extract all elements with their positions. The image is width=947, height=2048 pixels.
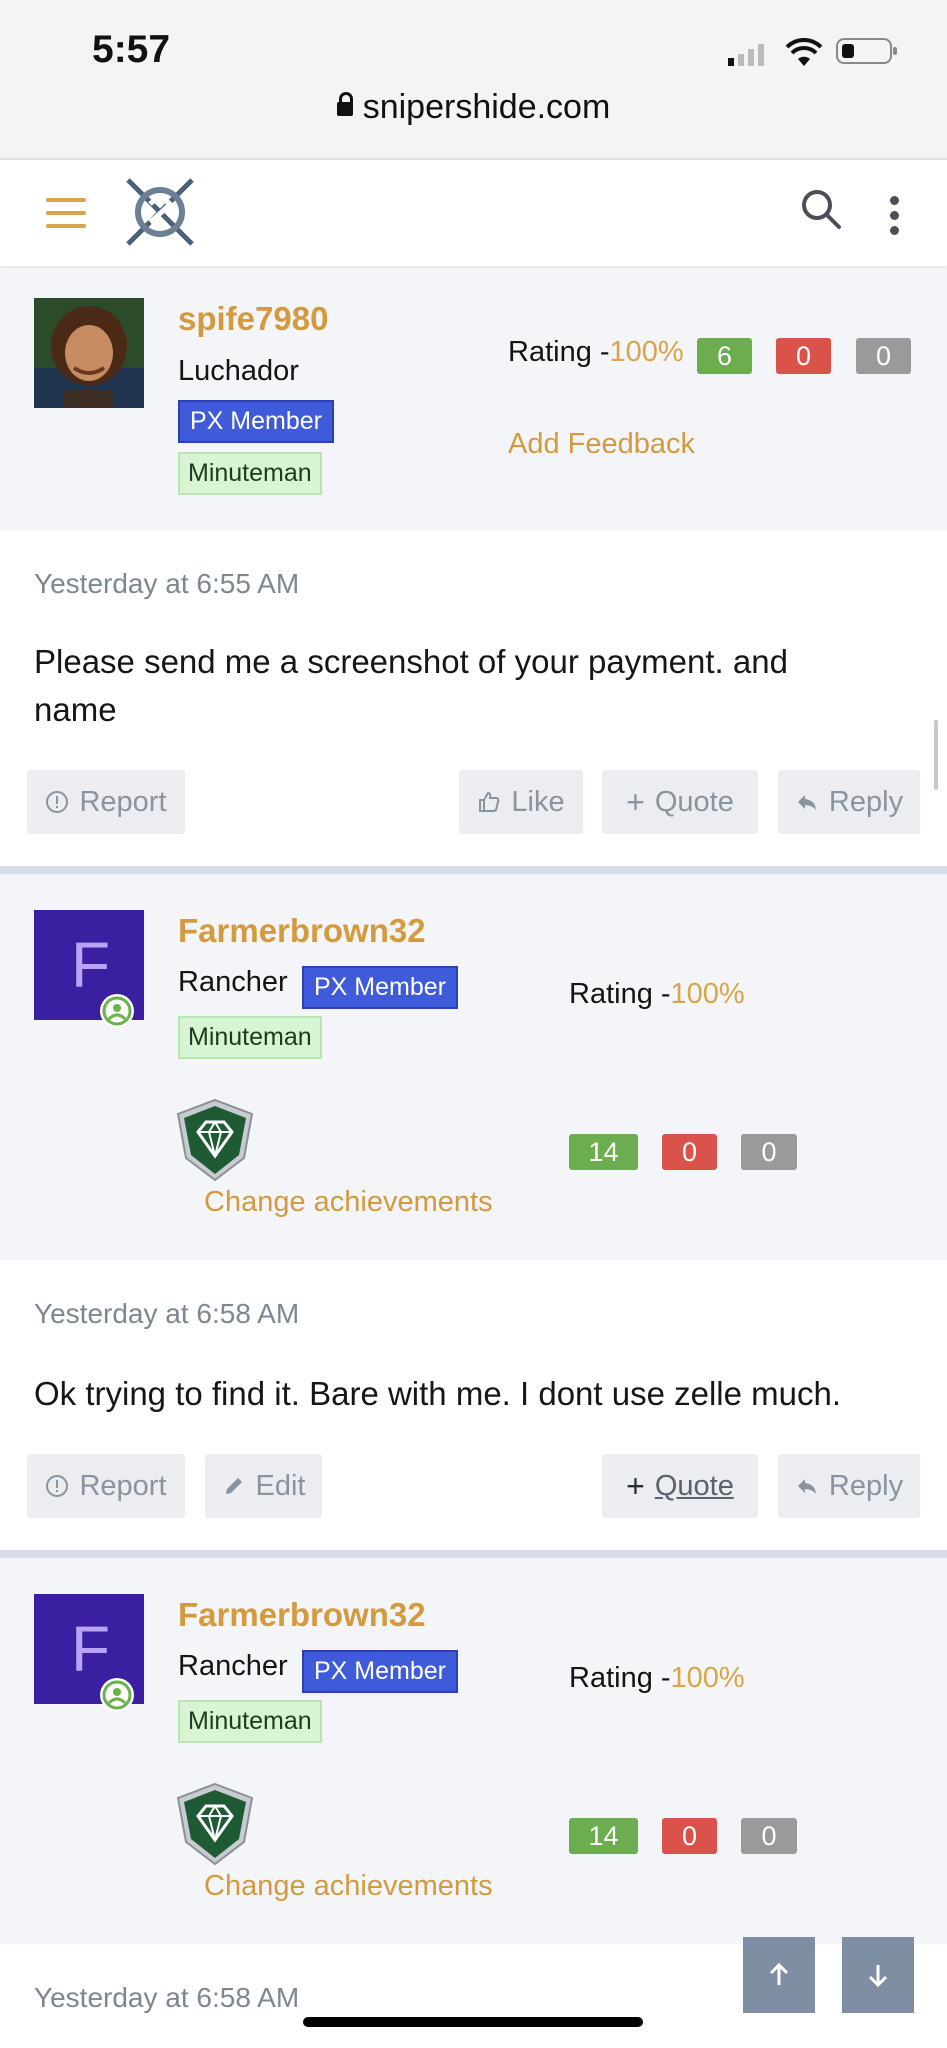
user-title: Luchador <box>178 355 299 387</box>
rating-percent: 100% <box>609 336 684 368</box>
rank-badge: Minuteman <box>178 1016 322 1059</box>
thumbs-up-icon <box>479 791 500 812</box>
report-label: Report <box>79 1469 167 1502</box>
user-title: Rancher <box>178 966 288 998</box>
arrow-up-icon <box>769 1962 789 1985</box>
browser-chrome <box>0 0 947 160</box>
positive-count[interactable]: 14 <box>569 1134 638 1170</box>
negative-count[interactable]: 0 <box>776 338 831 374</box>
positive-count[interactable]: 14 <box>569 1818 638 1854</box>
home-indicator[interactable] <box>303 2017 643 2027</box>
edit-button[interactable]: Edit <box>205 1454 322 1518</box>
plus-icon: + <box>626 1467 645 1504</box>
post-date[interactable]: Yesterday at 6:58 AM <box>34 1298 299 1330</box>
report-button[interactable]: Report <box>27 770 185 834</box>
plus-icon: + <box>626 783 645 820</box>
rating: Rating -100% <box>569 978 745 1011</box>
reply-button[interactable]: Reply <box>778 770 920 834</box>
battery-icon <box>836 36 898 66</box>
arrow-down-icon <box>868 1965 888 1988</box>
like-label: Like <box>511 785 565 818</box>
quote-button[interactable]: + Quote <box>602 1454 758 1518</box>
edit-label: Edit <box>255 1469 306 1502</box>
username[interactable]: Farmerbrown32 <box>178 1596 426 1634</box>
address-bar[interactable]: snipershide.com <box>0 88 947 127</box>
rank-badge: Minuteman <box>178 1700 322 1743</box>
report-icon <box>46 791 69 813</box>
rank-badge: Minuteman <box>178 452 322 495</box>
report-button[interactable]: Report <box>27 1454 185 1518</box>
change-achievements-link[interactable]: Change achievements <box>204 1186 493 1219</box>
reply-button[interactable]: Reply <box>778 1454 920 1518</box>
rating-percent: 100% <box>670 1662 745 1694</box>
quote-button[interactable]: + Quote <box>602 770 758 834</box>
neutral-count[interactable]: 0 <box>741 1818 797 1854</box>
rating-label: Rating - <box>569 1662 671 1694</box>
px-member-badge: PX Member <box>178 400 334 443</box>
rating-label: Rating - <box>569 978 671 1010</box>
post-date[interactable]: Yesterday at 6:55 AM <box>34 568 299 600</box>
change-achievements-link[interactable]: Change achievements <box>204 1870 493 1903</box>
signal-icon <box>728 42 772 66</box>
more-options-icon[interactable] <box>890 196 899 241</box>
like-button[interactable]: Like <box>459 770 583 834</box>
online-status-icon <box>100 1678 134 1712</box>
scroll-to-bottom-button[interactable] <box>842 1937 914 2013</box>
username[interactable]: spife7980 <box>178 300 328 338</box>
wifi-icon <box>785 37 823 68</box>
report-label: Report <box>79 785 167 818</box>
scroll-to-top-button[interactable] <box>743 1937 815 2013</box>
rating-percent: 100% <box>670 978 745 1010</box>
add-feedback-link[interactable]: Add Feedback <box>508 428 695 461</box>
online-status-icon <box>100 994 134 1028</box>
post-text: Ok trying to find it. Bare with me. I do… <box>34 1375 842 1412</box>
quote-label: Quote <box>654 785 734 818</box>
status-time: 5:57 <box>92 28 171 71</box>
negative-count[interactable]: 0 <box>662 1134 717 1170</box>
reply-label: Reply <box>828 785 904 818</box>
rating-label: Rating - <box>508 336 610 368</box>
diamond-achievement-icon[interactable] <box>174 1098 256 1182</box>
avatar[interactable] <box>34 298 144 408</box>
quote-label: Quote <box>654 1469 734 1502</box>
negative-count[interactable]: 0 <box>662 1818 717 1854</box>
post-text: Please send me a screenshot of your paym… <box>34 643 788 728</box>
px-member-badge: PX Member <box>302 966 458 1009</box>
site-logo[interactable] <box>122 174 198 250</box>
post-separator <box>0 1550 947 1558</box>
lock-icon <box>336 92 353 116</box>
rating: Rating -100% <box>508 336 684 369</box>
positive-count[interactable]: 6 <box>697 338 752 374</box>
reply-icon <box>797 1479 816 1494</box>
post-separator <box>0 866 947 874</box>
pencil-icon <box>225 1478 242 1494</box>
neutral-count[interactable]: 0 <box>741 1134 797 1170</box>
report-icon <box>46 1475 69 1497</box>
page-scrollbar[interactable] <box>934 720 938 790</box>
menu-icon[interactable] <box>46 198 86 228</box>
reply-label: Reply <box>828 1469 904 1502</box>
post-date[interactable]: Yesterday at 6:58 AM <box>34 1982 299 2014</box>
rating: Rating -100% <box>569 1662 745 1695</box>
diamond-achievement-icon[interactable] <box>174 1782 256 1866</box>
username[interactable]: Farmerbrown32 <box>178 912 426 950</box>
user-title: Rancher <box>178 1650 288 1682</box>
url-text: snipershide.com <box>362 88 611 126</box>
search-icon[interactable] <box>800 188 842 230</box>
reply-icon <box>797 795 816 810</box>
px-member-badge: PX Member <box>302 1650 458 1693</box>
neutral-count[interactable]: 0 <box>856 338 911 374</box>
